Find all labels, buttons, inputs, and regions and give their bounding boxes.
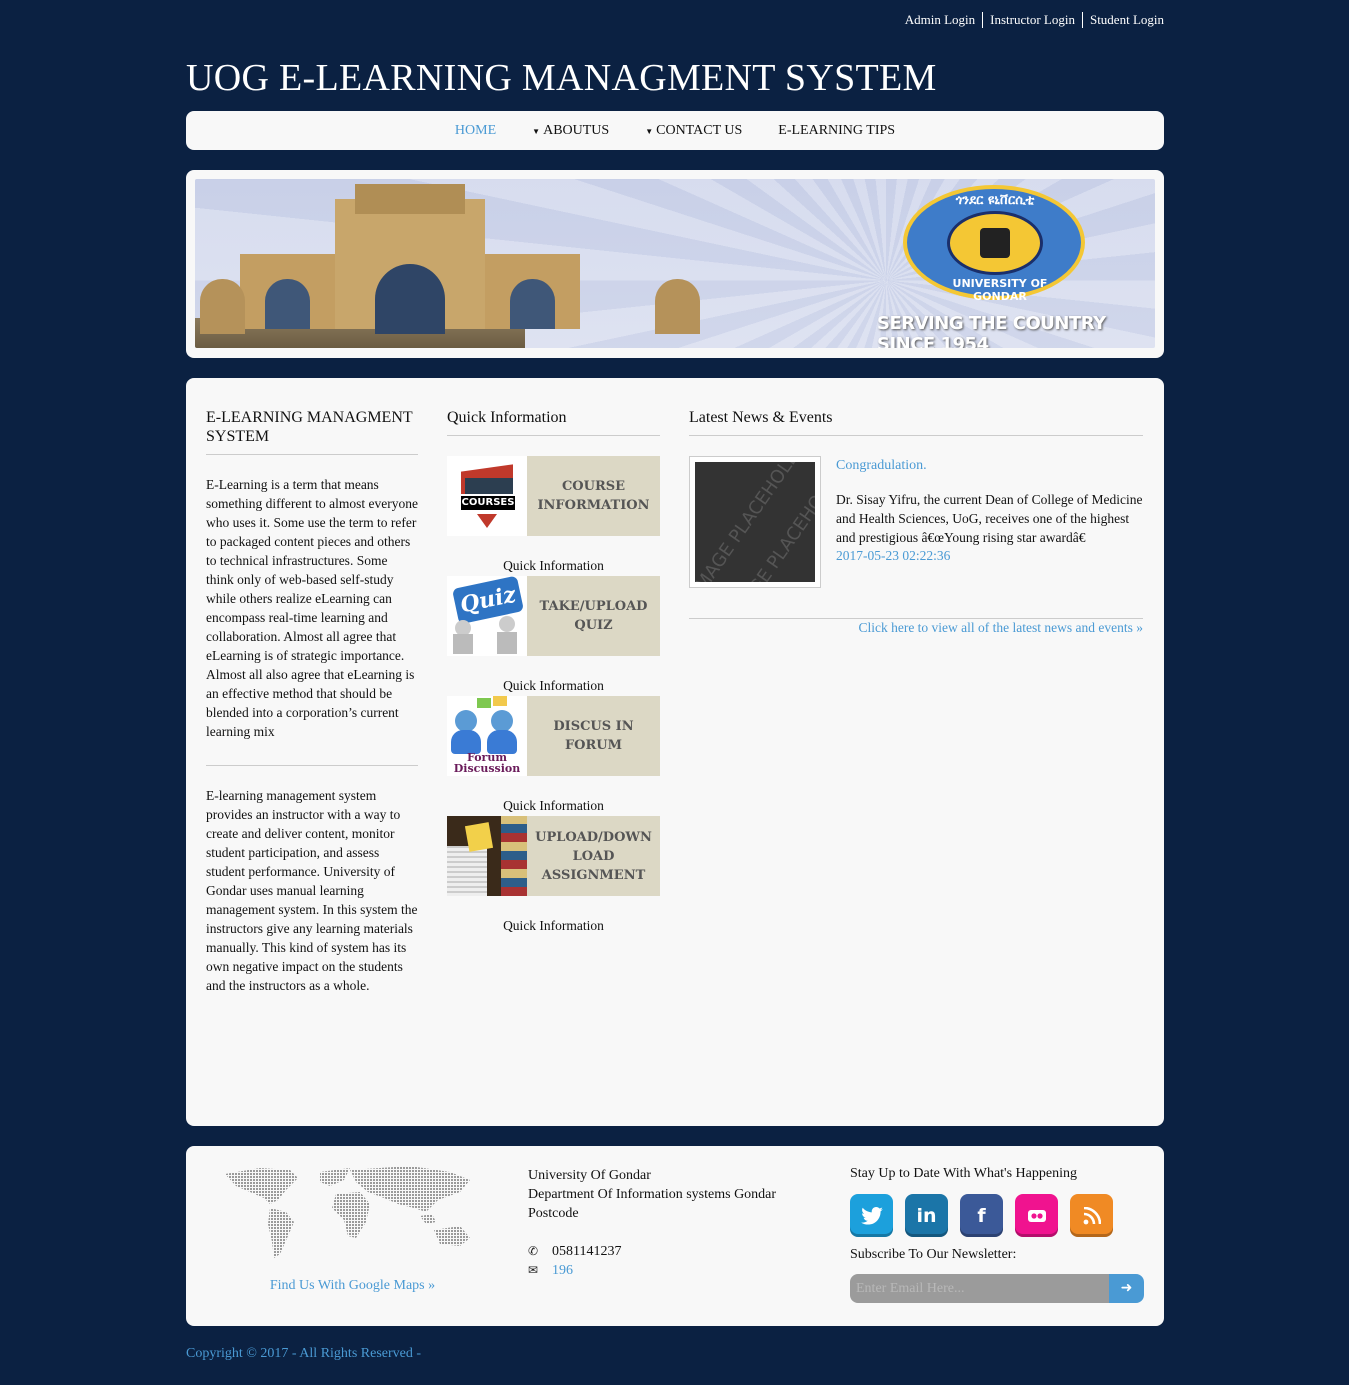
seal-text-bottom: UNIVERSITY OF GONDAR (952, 277, 1048, 303)
news-date: 2017-05-23 02:22:36 (836, 548, 951, 563)
assignment-image (447, 816, 527, 896)
news-thumbnail[interactable]: IMAGE PLACEHOLDER IMAGE PLACEHOLDER (689, 456, 821, 588)
news-heading: Latest News & Events (689, 408, 1143, 436)
phone-line: ✆ 0581141237 (528, 1242, 776, 1261)
news-text: Dr. Sisay Yifru, the current Dean of Col… (836, 492, 1143, 545)
quick-info-caption: Quick Information (503, 678, 604, 693)
caret-down-icon: ▼ (532, 127, 541, 136)
facebook-icon[interactable]: f (960, 1194, 1003, 1237)
news-title[interactable]: Congradulation. (836, 458, 1143, 474)
divider (206, 765, 418, 766)
social-icons: in f (850, 1194, 1144, 1237)
address-line: Department Of Information systems Gondar (528, 1187, 777, 1202)
nav-home[interactable]: HOME (437, 123, 514, 139)
subscribe-button[interactable]: ➜ (1109, 1274, 1144, 1303)
admin-login-link[interactable]: Admin Login (898, 12, 982, 28)
quick-info-label: DISCUS IN FORUM (527, 696, 660, 776)
phone-icon: ✆ (528, 1244, 539, 1258)
about-column: E-LEARNING MANAGMENT SYSTEM E-Learning i… (206, 408, 418, 995)
quick-info-caption: Quick Information (503, 918, 604, 933)
nav-home-label: HOME (454, 122, 497, 138)
seal-text-top: ጎንደር ዩኒቨርሲቲ (955, 193, 1035, 208)
copyright: Copyright © 2017 - All Rights Reserved - (186, 1346, 422, 1361)
rss-icon[interactable] (1070, 1194, 1113, 1237)
flickr-icon[interactable] (1015, 1194, 1058, 1237)
twitter-icon[interactable] (850, 1194, 893, 1237)
main-content: E-LEARNING MANAGMENT SYSTEM E-Learning i… (186, 378, 1164, 1126)
about-heading: E-LEARNING MANAGMENT SYSTEM (206, 408, 418, 455)
nav-about-label: ABOUTUS (543, 122, 610, 138)
nav-contact-label: CONTACT US (656, 122, 743, 138)
courses-image-text: COURSES (459, 494, 517, 512)
social-heading: Stay Up to Date With What's Happening (850, 1166, 1077, 1181)
world-map-image (225, 1166, 470, 1258)
footer: Find Us With Google Maps » University Of… (186, 1146, 1164, 1326)
email-line: ✉ 196 (528, 1261, 776, 1280)
quick-info-label: UPLOAD/DOWN LOAD ASSIGNMENT (527, 816, 660, 896)
quick-info-label: TAKE/UPLOAD QUIZ (527, 576, 660, 656)
nav-tips-label: E-LEARNING TIPS (778, 122, 896, 138)
quick-info-column: Quick Information COURSES COURSE INFORMA… (447, 408, 660, 936)
forum-image-text: Forum Discussion (453, 751, 521, 775)
address-block: University Of Gondar Department Of Infor… (528, 1166, 776, 1280)
top-links: Admin Login Instructor Login Student Log… (898, 12, 1164, 28)
site-title: UOG E-LEARNING MANAGMENT SYSTEM (186, 57, 937, 99)
banner-slogan: SERVING THE COUNTRY SINCE 1954 (877, 313, 1106, 348)
phone-number: 0581141237 (552, 1244, 622, 1259)
banner-container: ጎንደር ዩኒቨርሲቲ UNIVERSITY OF GONDAR SERVING… (186, 170, 1164, 358)
about-paragraph-1: E-Learning is a term that means somethin… (206, 477, 418, 739)
quiz-image-text: Quiz (451, 576, 525, 625)
student-login-link[interactable]: Student Login (1081, 12, 1164, 28)
caret-down-icon: ▼ (645, 127, 654, 136)
instructor-login-link[interactable]: Instructor Login (982, 12, 1082, 28)
subscribe-label: Subscribe To Our Newsletter: (850, 1247, 1017, 1262)
envelope-icon: ✉ (528, 1263, 539, 1277)
quiz-image: Quiz (447, 576, 527, 656)
nav-about[interactable]: ▼ ABOUTUS (514, 123, 627, 139)
email-link[interactable]: 196 (552, 1261, 573, 1280)
google-maps-link[interactable]: Find Us With Google Maps » (220, 1278, 485, 1294)
nav-tips[interactable]: E-LEARNING TIPS (760, 123, 913, 139)
quick-info-caption: Quick Information (503, 558, 604, 573)
quick-info-forum-card[interactable]: Forum Discussion DISCUS IN FORUM (447, 696, 660, 776)
banner-image: ጎንደር ዩኒቨርሲቲ UNIVERSITY OF GONDAR SERVING… (195, 179, 1155, 348)
news-item: IMAGE PLACEHOLDER IMAGE PLACEHOLDER Cong… (689, 456, 1143, 588)
subscribe-form: ➜ (850, 1274, 1144, 1303)
quick-info-quiz-card[interactable]: Quiz TAKE/UPLOAD QUIZ (447, 576, 660, 656)
sign-in-icon: ➜ (1120, 1281, 1133, 1296)
quick-info-assignment-card[interactable]: UPLOAD/DOWN LOAD ASSIGNMENT (447, 816, 660, 896)
linkedin-icon[interactable]: in (905, 1194, 948, 1237)
social-column: Stay Up to Date With What's Happening in… (850, 1166, 1144, 1303)
forum-image: Forum Discussion (447, 696, 527, 776)
courses-image: COURSES (447, 456, 527, 536)
news-column: Latest News & Events IMAGE PLACEHOLDER I… (689, 408, 1143, 636)
newsletter-email-input[interactable] (850, 1274, 1109, 1303)
university-seal-logo: ጎንደር ዩኒቨርሲቲ UNIVERSITY OF GONDAR (903, 185, 1085, 303)
all-news-link[interactable]: Click here to view all of the latest new… (689, 618, 1143, 636)
about-paragraph-2: E-learning management system provides an… (206, 788, 418, 993)
quick-info-label: COURSE INFORMATION (527, 456, 660, 536)
main-nav: HOME ▼ ABOUTUS ▼ CONTACT US E-LEARNING TIP… (186, 111, 1164, 150)
address-line: Postcode (528, 1206, 579, 1221)
quick-info-heading: Quick Information (447, 408, 660, 436)
quick-info-caption: Quick Information (503, 798, 604, 813)
quick-info-course-card[interactable]: COURSES COURSE INFORMATION (447, 456, 660, 536)
address-line: University Of Gondar (528, 1168, 651, 1183)
nav-contact[interactable]: ▼ CONTACT US (627, 123, 760, 139)
